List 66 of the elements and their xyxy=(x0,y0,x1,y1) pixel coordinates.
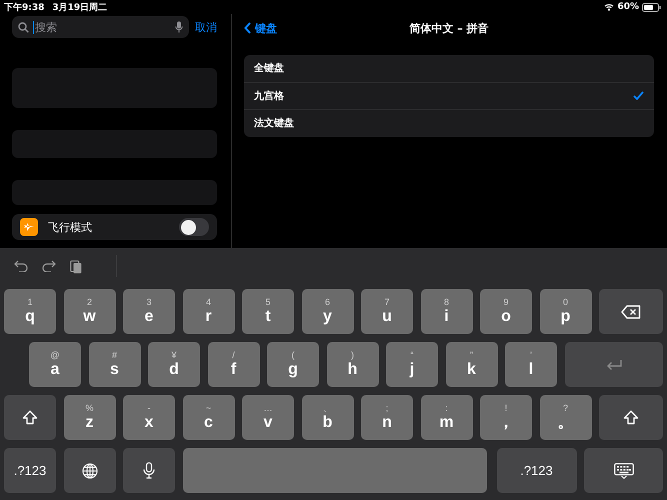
dictation-key[interactable] xyxy=(123,448,175,493)
settings-row[interactable]: 飞行模式 xyxy=(12,214,217,240)
letter-key[interactable]: # s xyxy=(88,342,140,387)
undo-icon xyxy=(14,260,28,272)
letter-key[interactable]: ” k xyxy=(446,342,498,387)
return-icon xyxy=(604,358,623,370)
shift-icon xyxy=(22,410,38,425)
search-bar[interactable]: 搜索 xyxy=(12,16,189,38)
redo-icon xyxy=(42,260,56,272)
settings-label: 飞行模式 xyxy=(48,220,93,234)
letter-key[interactable]: 0 p xyxy=(540,289,592,334)
letter-key[interactable]: 4 r xyxy=(182,289,234,334)
battery-icon xyxy=(642,2,661,12)
battery-percent: 60% xyxy=(617,2,639,12)
letter-key[interactable]: ? 。 xyxy=(540,395,592,440)
paste-icon xyxy=(70,258,82,274)
numbers-key[interactable]: .?123 xyxy=(496,448,576,493)
microphone-icon xyxy=(175,21,183,33)
letter-key[interactable]: ~ c xyxy=(182,395,234,440)
letter-key[interactable]: ; n xyxy=(361,395,413,440)
shift-icon xyxy=(623,410,639,425)
letter-key[interactable]: 1 q xyxy=(4,289,56,334)
toggle-switch[interactable] xyxy=(179,218,209,236)
shift-key[interactable] xyxy=(4,395,56,440)
letter-key[interactable]: … v xyxy=(242,395,294,440)
keyboard-hide-icon xyxy=(614,462,634,478)
letter-key[interactable]: - x xyxy=(123,395,175,440)
back-button[interactable]: 键盘 xyxy=(244,20,277,36)
microphone-icon xyxy=(143,462,155,479)
keyboard-option[interactable]: 九宫格 xyxy=(244,82,654,109)
delete-key[interactable] xyxy=(599,289,663,334)
letter-key[interactable]: 5 t xyxy=(242,289,294,334)
chevron-left-icon xyxy=(244,22,251,34)
hide-keyboard-key[interactable] xyxy=(584,448,663,493)
cancel-button[interactable]: 取消 xyxy=(195,20,217,34)
page-title: 简体中文 – 拼音 xyxy=(409,22,489,34)
keyboard-option[interactable]: 全键盘 xyxy=(244,55,654,82)
letter-key[interactable]: “ j xyxy=(386,342,438,387)
letter-key[interactable]: / f xyxy=(208,342,260,387)
shift-key[interactable] xyxy=(599,395,663,440)
delete-icon xyxy=(621,304,641,318)
letter-key[interactable]: ’ l xyxy=(505,342,557,387)
letter-key[interactable]: @ a xyxy=(29,342,81,387)
globe-key[interactable] xyxy=(64,448,116,493)
search-icon xyxy=(18,22,29,32)
letter-key[interactable]: ( g xyxy=(267,342,319,387)
letter-key[interactable]: 8 i xyxy=(420,289,472,334)
airplane-icon xyxy=(20,218,38,236)
status-time: 下午9:38 xyxy=(4,2,44,14)
letter-key[interactable]: 2 w xyxy=(64,289,116,334)
letter-key[interactable]: ¥ d xyxy=(148,342,200,387)
letter-key[interactable]: ) h xyxy=(326,342,378,387)
globe-icon xyxy=(82,462,98,478)
keyboard-option[interactable]: 法文键盘 xyxy=(244,109,654,136)
status-date: 3月19日周二 xyxy=(52,2,108,14)
wifi-icon xyxy=(604,3,614,11)
letter-key[interactable]: % z xyxy=(64,395,116,440)
letter-key[interactable]: 3 e xyxy=(123,289,175,334)
search-input[interactable]: 搜索 xyxy=(33,20,171,34)
numbers-key[interactable]: .?123 xyxy=(4,448,56,493)
letter-key[interactable]: ! ， xyxy=(480,395,532,440)
letter-key[interactable]: : m xyxy=(420,395,472,440)
letter-key[interactable]: 6 y xyxy=(302,289,354,334)
letter-key[interactable]: 7 u xyxy=(361,289,413,334)
letter-key[interactable]: 9 o xyxy=(480,289,532,334)
letter-key[interactable]: 、 b xyxy=(302,395,354,440)
